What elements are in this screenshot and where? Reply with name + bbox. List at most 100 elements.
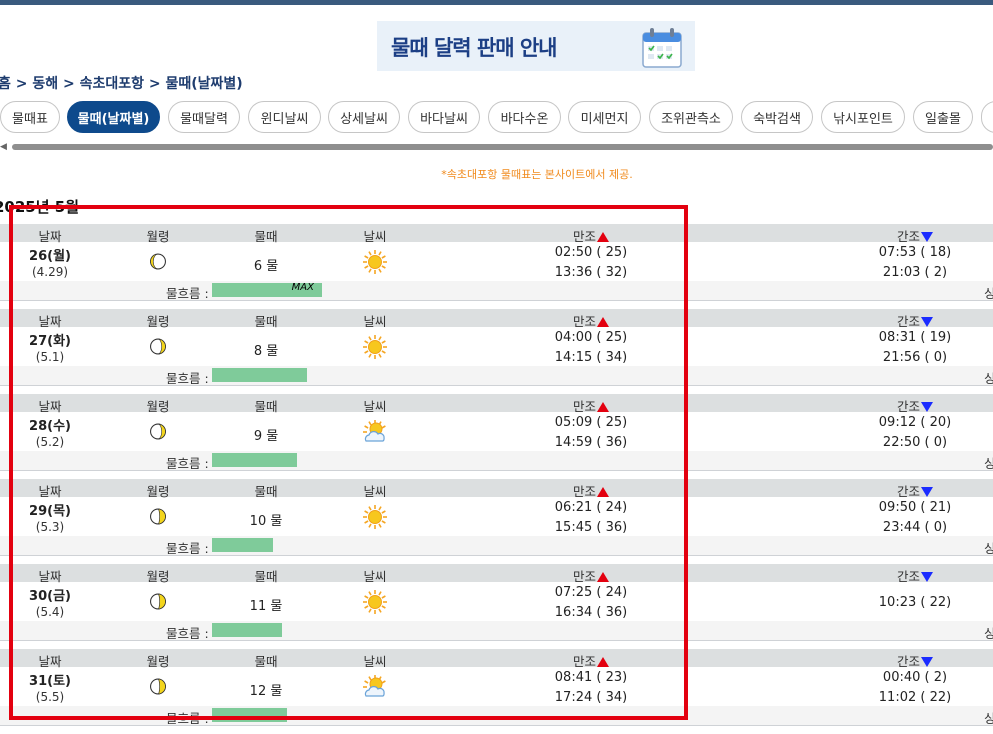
partly-cloudy-icon bbox=[362, 419, 388, 449]
header-high-tide: 만조 bbox=[573, 311, 610, 330]
low-tide-1: 09:12 ( 20) bbox=[878, 415, 952, 430]
date-label: 30(금) bbox=[29, 589, 71, 604]
high-tide-1: 07:25 ( 24) bbox=[554, 585, 628, 600]
top-bar bbox=[0, 0, 993, 5]
calendar-sale-banner[interactable]: 물때 달력 판매 안내 bbox=[377, 21, 695, 71]
moon-phase-icon bbox=[150, 593, 167, 614]
low-tide-1: 08:31 ( 19) bbox=[878, 330, 952, 345]
high-tide-up-icon bbox=[597, 572, 610, 582]
tab-sea-temp[interactable]: 바다수온 bbox=[488, 101, 561, 133]
header-low-tide: 간조 bbox=[897, 311, 934, 330]
month-title: 2025년 5월 bbox=[0, 198, 80, 216]
low-tide-down-icon bbox=[921, 317, 934, 327]
flow-row: 물흐름 : 싱 bbox=[0, 621, 993, 641]
flow-label: 물흐름 : bbox=[166, 541, 209, 556]
more-label: 싱 bbox=[984, 371, 993, 386]
flow-label: 물흐름 : bbox=[166, 456, 209, 471]
header-high-tide: 만조 bbox=[573, 481, 610, 500]
low-tide-2: 23:44 ( 0) bbox=[882, 520, 948, 535]
tide-level: 6 물 bbox=[253, 259, 279, 274]
tide-level: 9 물 bbox=[253, 429, 279, 444]
header-weather: 날씨 bbox=[363, 654, 387, 669]
low-tide-down-icon bbox=[921, 657, 934, 667]
header-date: 날짜 bbox=[38, 229, 62, 244]
flow-bar bbox=[212, 368, 307, 382]
flow-bar: MAX bbox=[212, 282, 322, 297]
flow-bar bbox=[212, 538, 273, 552]
header-high-tide: 만조 bbox=[573, 566, 610, 585]
high-tide-2: 17:24 ( 34) bbox=[554, 690, 628, 705]
flow-bar bbox=[212, 623, 282, 637]
flow-bar bbox=[212, 708, 287, 722]
tab-tide-station[interactable]: 조위관측소 bbox=[649, 101, 733, 133]
date-label: 31(토) bbox=[29, 674, 71, 689]
header-weather: 날씨 bbox=[363, 569, 387, 584]
high-tide-up-icon bbox=[597, 402, 610, 412]
low-tide-2: 22:50 ( 0) bbox=[882, 435, 948, 450]
tab-tide-by-date[interactable]: 물때(날짜별) bbox=[67, 101, 160, 133]
header-tide: 물때 bbox=[254, 484, 278, 499]
tab-tide-calendar[interactable]: 물때달력 bbox=[168, 101, 240, 133]
tab-tide-table[interactable]: 물때표 bbox=[0, 101, 60, 133]
low-tide-1: 07:53 ( 18) bbox=[878, 245, 952, 260]
flow-row: 물흐름 : 싱 bbox=[0, 536, 993, 556]
tab-sea-weather[interactable]: 바다날씨 bbox=[408, 101, 480, 133]
low-tide-1: 10:23 ( 22) bbox=[878, 595, 952, 610]
tide-level: 10 물 bbox=[249, 514, 283, 529]
tab-fishing-point[interactable]: 낚시포인트 bbox=[821, 101, 905, 133]
scrollbar-thumb[interactable] bbox=[12, 144, 993, 150]
high-tide-up-icon bbox=[597, 657, 610, 667]
flow-row: 물흐름 : MAX 싱 bbox=[0, 281, 993, 301]
flow-label: 물흐름 : bbox=[166, 626, 209, 641]
tab-detail-weather[interactable]: 상세날씨 bbox=[328, 101, 400, 133]
tide-day-block: 날짜 월령 물때 날씨 만조 간조 26(월) (4.29) 6 물 02:50 ( 25) 13:… bbox=[0, 224, 993, 309]
header-date: 날짜 bbox=[38, 484, 62, 499]
flow-row: 물흐름 : 싱 bbox=[0, 366, 993, 386]
breadcrumb[interactable]: 홈 > 동해 > 속초대포항 > 물때(날짜별) bbox=[0, 73, 243, 93]
header-low-tide: 간조 bbox=[897, 226, 934, 245]
tab-windy-weather[interactable]: 윈디날씨 bbox=[248, 101, 321, 133]
high-tide-up-icon bbox=[597, 487, 610, 497]
date-label: 27(화) bbox=[29, 334, 71, 349]
row-header: 날짜 월령 물때 날씨 만조 간조 bbox=[0, 479, 993, 500]
row-header: 날짜 월령 물때 날씨 만조 간조 bbox=[0, 394, 993, 414]
header-weather: 날씨 bbox=[363, 229, 387, 244]
header-high-tide: 만조 bbox=[573, 226, 610, 245]
high-tide-1: 05:09 ( 25) bbox=[554, 415, 628, 430]
tide-day-block: 날짜 월령 물때 날씨 만조 간조 29(목) (5.3) 10 물 06:21 ( 24) 15:… bbox=[0, 479, 993, 564]
flow-label: 물흐름 : bbox=[166, 371, 209, 386]
low-tide-1: 09:50 ( 21) bbox=[878, 500, 952, 515]
moon-phase-icon bbox=[150, 423, 167, 444]
low-tide-2: 21:03 ( 2) bbox=[882, 265, 948, 280]
tab-sunrise-sunset[interactable]: 일출몰 bbox=[913, 101, 973, 133]
lunar-date: (5.1) bbox=[35, 350, 65, 364]
date-label: 29(목) bbox=[29, 504, 71, 519]
header-low-tide: 간조 bbox=[897, 566, 934, 585]
tab-fine-dust[interactable]: 미세먼지 bbox=[568, 101, 641, 133]
low-tide-2: 21:56 ( 0) bbox=[882, 350, 948, 365]
header-date: 날짜 bbox=[38, 314, 62, 329]
row-header: 날짜 월령 물때 날씨 만조 간조 bbox=[0, 564, 993, 585]
scroll-left-icon[interactable]: ◀ bbox=[0, 142, 7, 152]
flow-label: 물흐름 : bbox=[166, 711, 209, 726]
low-tide-2: 11:02 ( 22) bbox=[878, 690, 952, 705]
tab-more[interactable] bbox=[981, 101, 993, 133]
partly-cloudy-icon bbox=[362, 674, 388, 704]
tab-scrollbar[interactable]: ◀ bbox=[0, 142, 993, 152]
tab-lodging-search[interactable]: 숙박검색 bbox=[741, 101, 813, 133]
tide-day-block: 날짜 월령 물때 날씨 만조 간조 28(수) (5.2) 9 물 05:09 ( 25) 14:5… bbox=[0, 394, 993, 479]
header-moon: 월령 bbox=[146, 654, 170, 669]
tide-day-block: 날짜 월령 물때 날씨 만조 간조 31(토) (5.5) 12 물 08:41 ( 23) 17:… bbox=[0, 649, 993, 734]
flow-label: 물흐름 : bbox=[166, 286, 209, 301]
sunny-icon bbox=[362, 334, 388, 364]
header-weather: 날씨 bbox=[363, 314, 387, 329]
high-tide-up-icon bbox=[597, 317, 610, 327]
high-tide-1: 04:00 ( 25) bbox=[554, 330, 628, 345]
header-tide: 물때 bbox=[254, 314, 278, 329]
calendar-icon bbox=[642, 28, 682, 68]
sunny-icon bbox=[362, 504, 388, 534]
low-tide-down-icon bbox=[921, 402, 934, 412]
lunar-date: (4.29) bbox=[31, 265, 69, 279]
header-tide: 물때 bbox=[254, 399, 278, 414]
tide-level: 11 물 bbox=[249, 599, 283, 614]
